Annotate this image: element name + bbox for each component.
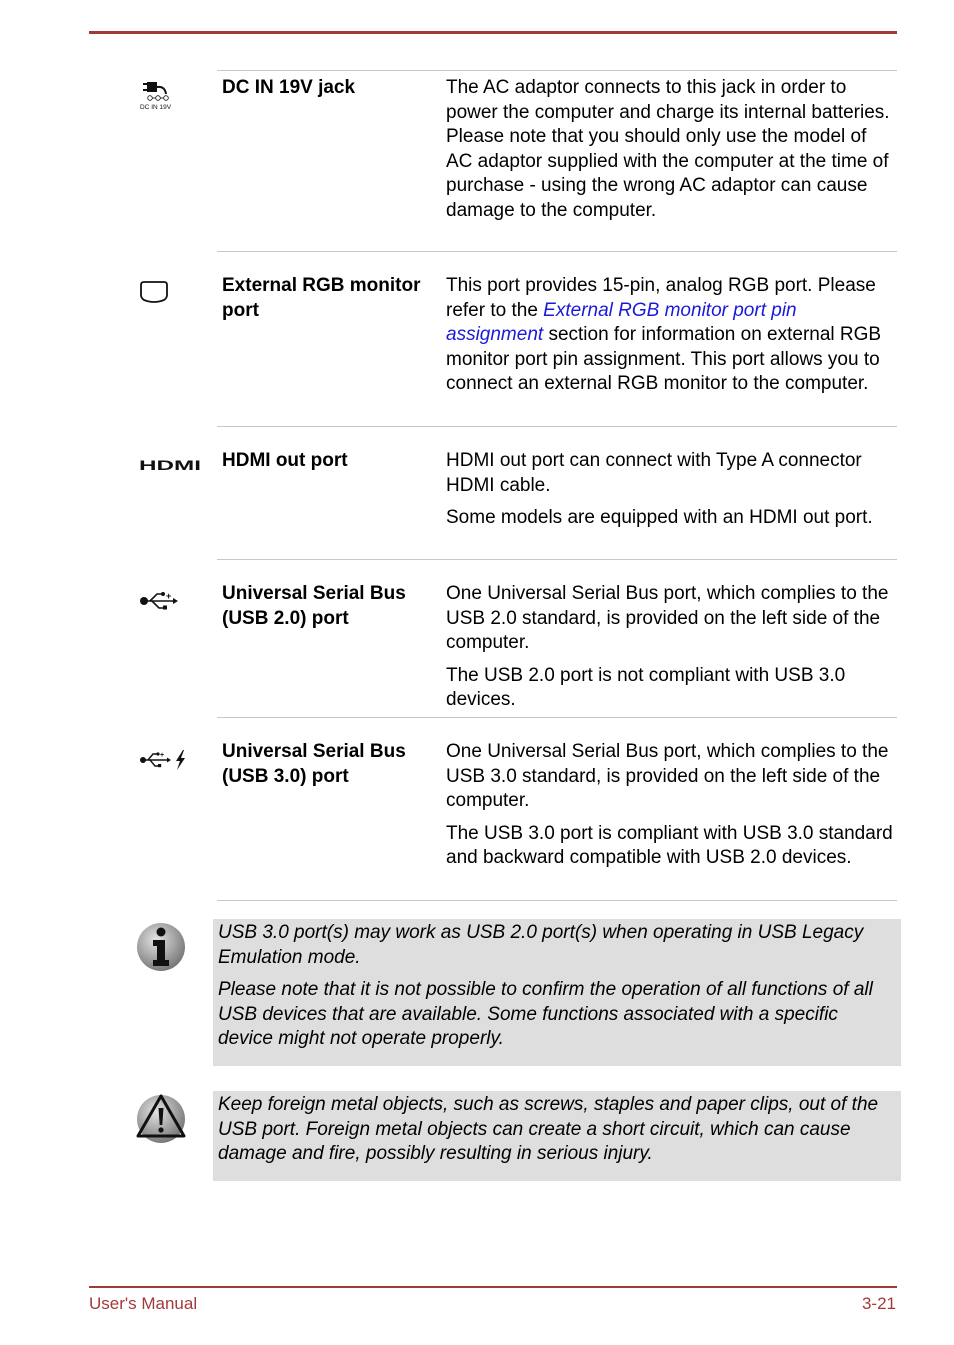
term-description: HDMI out port can connect with Type A co… xyxy=(446,450,873,528)
table-divider xyxy=(217,717,897,718)
hdmi-icon: HDMI xyxy=(139,457,203,477)
term-label: DC IN 19V jack xyxy=(222,77,356,98)
svg-text:DC IN 19V: DC IN 19V xyxy=(140,104,172,111)
usb-sleep-charge-icon: + xyxy=(139,749,189,776)
svg-text:HDMI: HDMI xyxy=(139,458,201,472)
term-label: External RGB monitor port xyxy=(222,275,421,321)
term-description: This port provides 15-pin, analog RGB po… xyxy=(446,275,882,394)
info-icon xyxy=(136,922,186,979)
warning-note: Keep foreign metal objects, such as scre… xyxy=(213,1091,901,1181)
rgb-monitor-port-icon xyxy=(139,280,169,309)
term-description: The AC adaptor connects to this jack in … xyxy=(446,77,890,221)
table-divider xyxy=(217,559,897,560)
table-divider xyxy=(217,70,897,71)
footer-manual-title: User's Manual xyxy=(89,1294,198,1313)
table-divider xyxy=(217,251,897,252)
header-rule xyxy=(89,31,897,34)
dc-in-icon: DC IN 19V xyxy=(139,78,175,117)
term-label: HDMI out port xyxy=(222,450,348,471)
info-note: USB 3.0 port(s) may work as USB 2.0 port… xyxy=(213,919,901,1066)
warning-icon xyxy=(136,1092,186,1149)
svg-text:+: + xyxy=(160,752,164,759)
usb-icon: + xyxy=(139,590,179,619)
svg-text:+: + xyxy=(166,591,171,601)
table-divider xyxy=(217,426,897,427)
term-label: Universal Serial Bus (USB 2.0) port xyxy=(222,583,406,629)
footer-rule xyxy=(89,1286,897,1288)
table-divider xyxy=(217,900,897,901)
term-label: Universal Serial Bus (USB 3.0) port xyxy=(222,741,406,787)
page-number: 3-21 xyxy=(861,1294,896,1313)
term-description: One Universal Serial Bus port, which com… xyxy=(446,583,889,710)
term-description: One Universal Serial Bus port, which com… xyxy=(446,741,893,868)
